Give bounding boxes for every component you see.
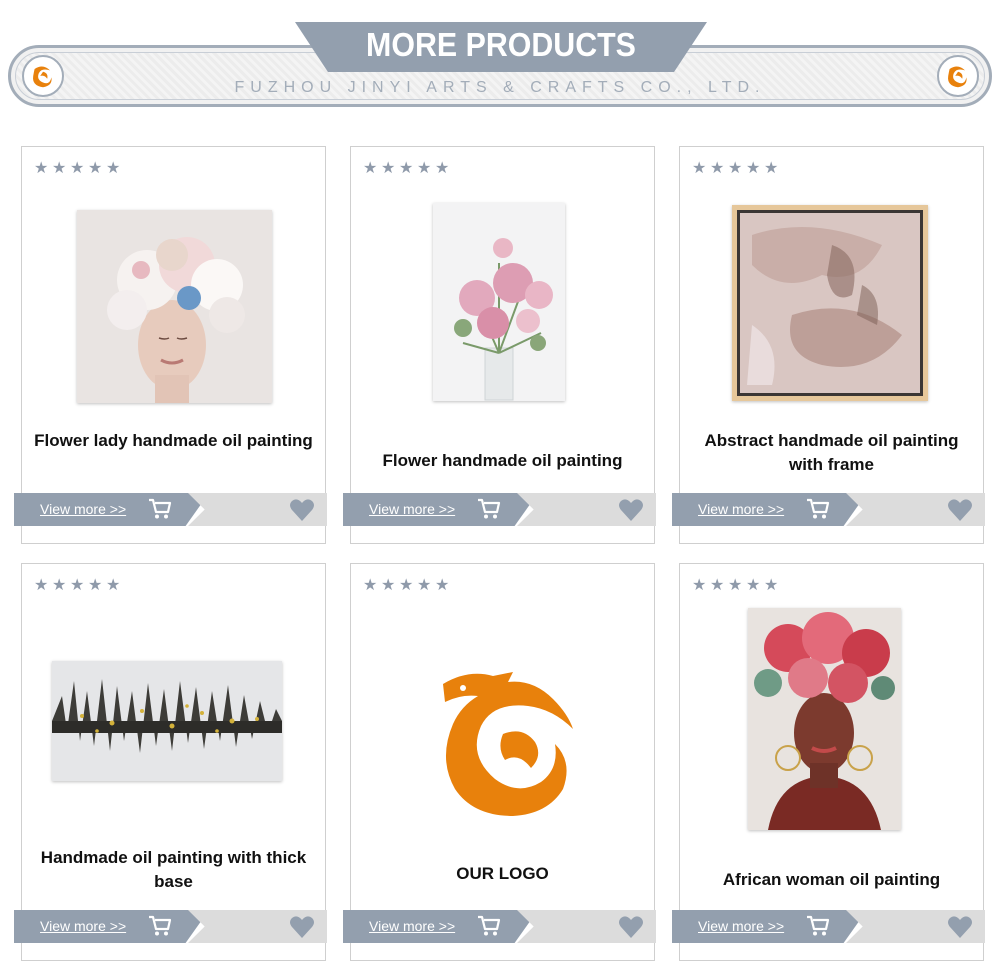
shopping-cart-icon[interactable] <box>806 498 830 520</box>
shopping-cart-icon[interactable] <box>148 498 172 520</box>
star-icon: ★ <box>363 577 378 594</box>
star-icon: ★ <box>692 577 707 594</box>
product-card[interactable]: ★ ★ ★ ★ ★ OUR LOGO View more >> <box>343 563 656 961</box>
star-icon: ★ <box>417 577 432 594</box>
heart-icon[interactable] <box>289 498 315 522</box>
dragon-logo-icon <box>22 55 64 97</box>
rating-stars: ★ ★ ★ ★ ★ <box>34 577 121 594</box>
rating-stars: ★ ★ ★ ★ ★ <box>363 160 450 177</box>
product-card[interactable]: ★ ★ ★ ★ ★ African woman oil painting View mo… <box>672 563 985 961</box>
rating-stars: ★ ★ ★ ★ ★ <box>34 160 121 177</box>
product-image[interactable] <box>748 608 901 830</box>
star-icon: ★ <box>399 577 414 594</box>
action-bar: View more >> <box>343 493 656 526</box>
action-bar: View more >> <box>672 910 985 943</box>
shopping-cart-icon[interactable] <box>148 915 172 937</box>
star-icon: ★ <box>34 577 49 594</box>
heart-icon[interactable] <box>289 915 315 939</box>
dragon-logo-icon <box>937 55 979 97</box>
product-card[interactable]: ★ ★ ★ ★ ★ Abstract handmade oil painting wit… <box>672 146 985 544</box>
product-image[interactable] <box>77 210 272 403</box>
product-card[interactable]: ★ ★ ★ ★ ★ Flower lady handmade oil painting … <box>14 146 327 544</box>
heart-icon[interactable] <box>947 498 973 522</box>
rating-stars: ★ ★ ★ ★ ★ <box>692 160 779 177</box>
star-icon: ★ <box>52 577 67 594</box>
heart-icon[interactable] <box>618 915 644 939</box>
star-icon: ★ <box>106 160 121 177</box>
product-caption: Flower handmade oil painting <box>382 451 623 470</box>
action-bar: View more >> <box>343 910 656 943</box>
product-caption: Flower lady handmade oil painting <box>34 431 313 450</box>
view-more-link[interactable]: View more >> <box>40 501 126 517</box>
star-icon: ★ <box>710 577 725 594</box>
product-image[interactable] <box>732 205 928 401</box>
star-icon: ★ <box>764 577 779 594</box>
star-icon: ★ <box>399 160 414 177</box>
star-icon: ★ <box>52 160 67 177</box>
star-icon: ★ <box>435 577 450 594</box>
star-icon: ★ <box>710 160 725 177</box>
star-icon: ★ <box>34 160 49 177</box>
star-icon: ★ <box>381 577 396 594</box>
star-icon: ★ <box>106 577 121 594</box>
star-icon: ★ <box>435 160 450 177</box>
star-icon: ★ <box>70 577 85 594</box>
star-icon: ★ <box>692 160 707 177</box>
star-icon: ★ <box>728 577 743 594</box>
product-card[interactable]: ★ ★ ★ ★ ★ Flower handmade oil painting View … <box>343 146 656 544</box>
product-caption: African woman oil painting <box>722 870 941 889</box>
star-icon: ★ <box>88 577 103 594</box>
rating-stars: ★ ★ ★ ★ ★ <box>363 577 450 594</box>
company-name: FUZHOU JINYI ARTS & CRAFTS CO., LTD. <box>234 79 766 96</box>
heart-icon[interactable] <box>618 498 644 522</box>
product-caption: Abstract handmade oil painting with fram… <box>704 431 959 474</box>
view-more-link[interactable]: View more >> <box>698 501 784 517</box>
action-bar: View more >> <box>14 910 327 943</box>
product-caption: Handmade oil painting with thick base <box>40 848 307 891</box>
rating-stars: ★ ★ ★ ★ ★ <box>692 577 779 594</box>
star-icon: ★ <box>88 160 103 177</box>
heart-icon[interactable] <box>947 915 973 939</box>
view-more-link[interactable]: View more >> <box>369 501 455 517</box>
page-title: MORE PRODUCTS <box>366 26 636 63</box>
action-bar: View more >> <box>14 493 327 526</box>
product-image[interactable] <box>52 661 282 781</box>
product-card[interactable]: ★ ★ ★ ★ ★ Handmade oil painting with thick b… <box>14 563 327 961</box>
action-bar: View more >> <box>672 493 985 526</box>
star-icon: ★ <box>417 160 432 177</box>
shopping-cart-icon[interactable] <box>477 915 501 937</box>
view-more-link[interactable]: View more >> <box>369 918 455 934</box>
dragon-logo-icon[interactable] <box>423 664 593 824</box>
view-more-link[interactable]: View more >> <box>40 918 126 934</box>
product-image[interactable] <box>433 203 565 401</box>
shopping-cart-icon[interactable] <box>477 498 501 520</box>
star-icon: ★ <box>746 160 761 177</box>
star-icon: ★ <box>728 160 743 177</box>
view-more-link[interactable]: View more >> <box>698 918 784 934</box>
star-icon: ★ <box>381 160 396 177</box>
star-icon: ★ <box>363 160 378 177</box>
product-caption: OUR LOGO <box>456 864 549 883</box>
star-icon: ★ <box>746 577 761 594</box>
star-icon: ★ <box>70 160 85 177</box>
star-icon: ★ <box>764 160 779 177</box>
shopping-cart-icon[interactable] <box>806 915 830 937</box>
